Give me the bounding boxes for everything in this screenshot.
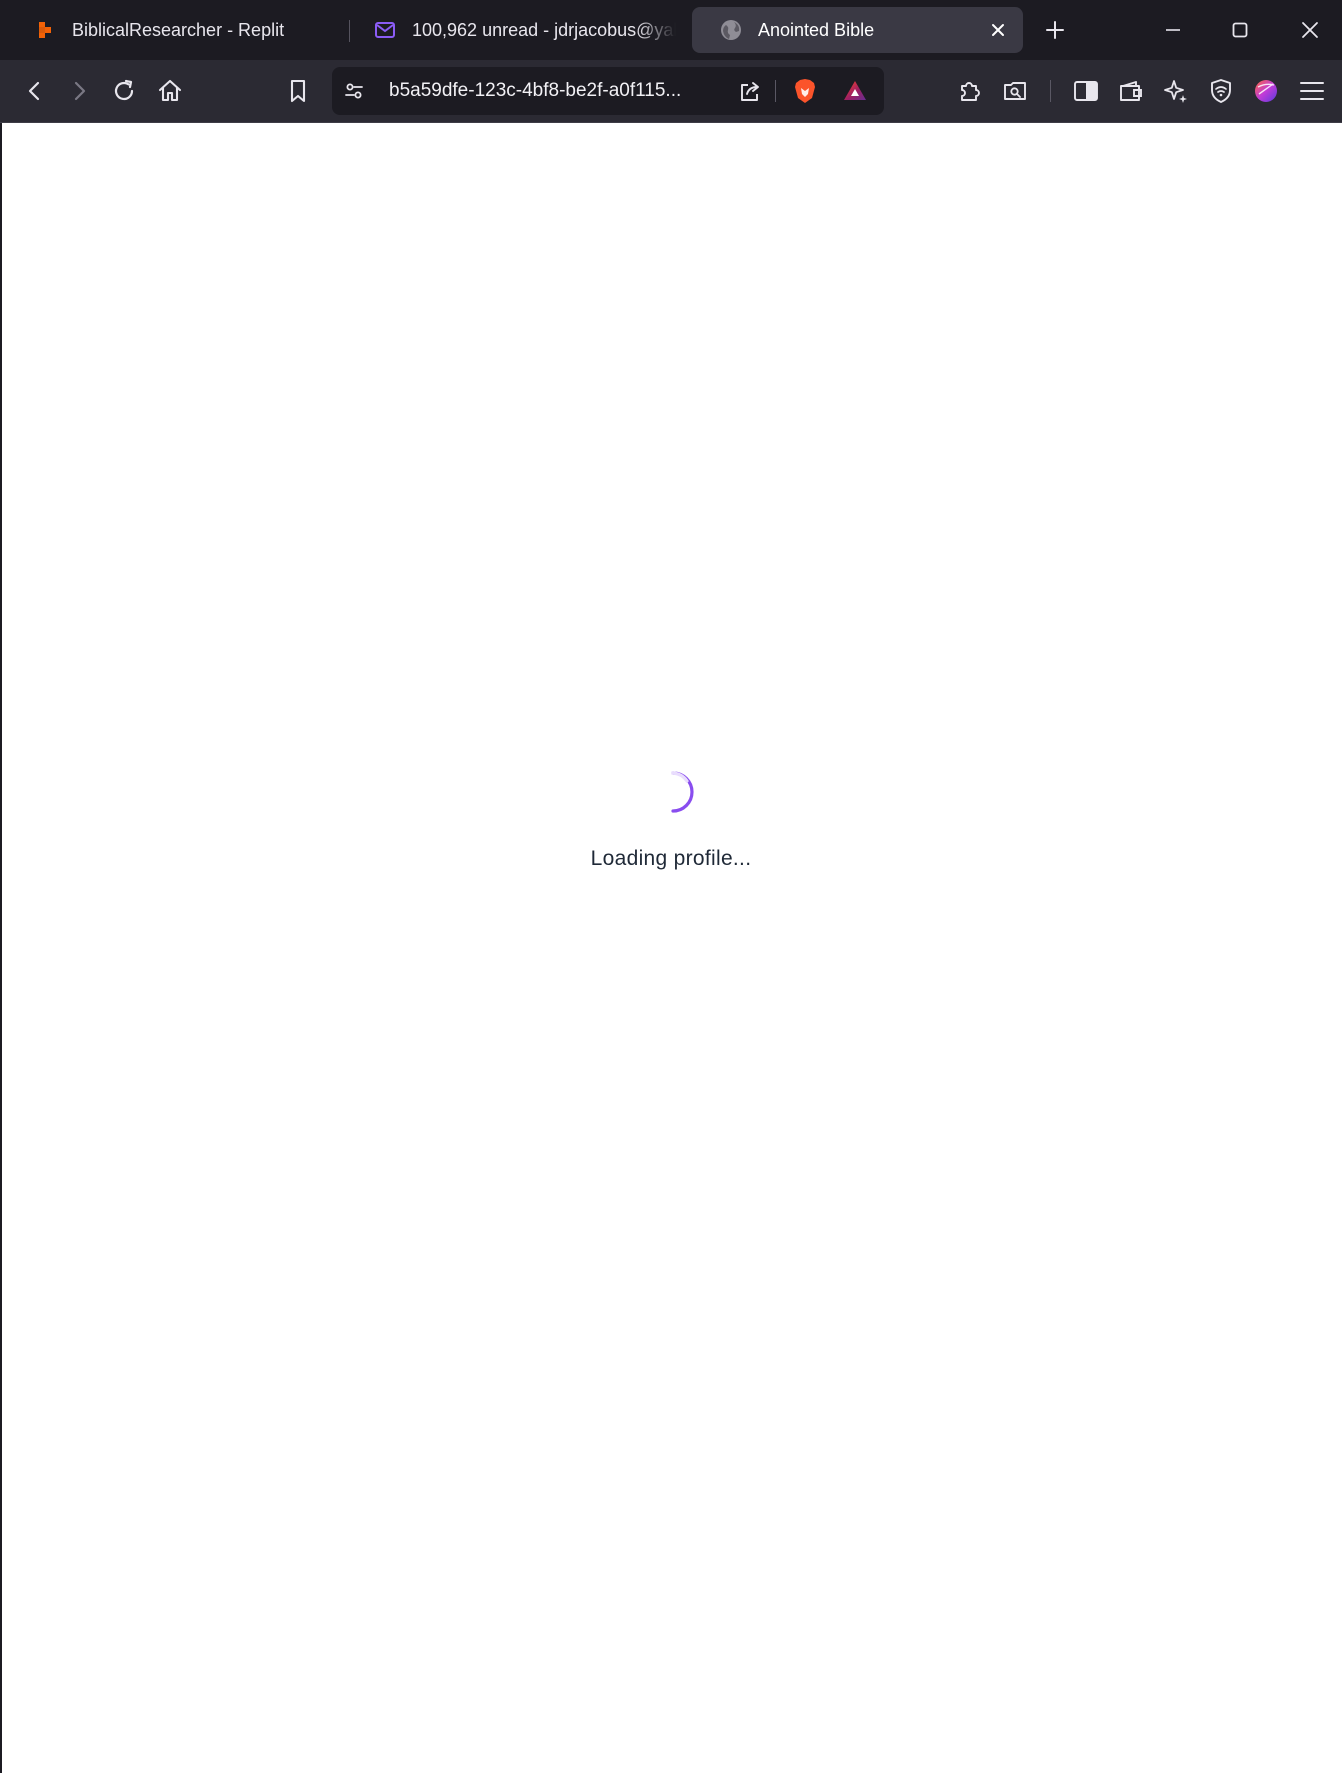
sparkle-icon (1164, 80, 1187, 103)
replit-icon (34, 19, 56, 41)
forward-button[interactable] (61, 73, 97, 109)
bookmark-icon (290, 79, 306, 103)
brave-lion-icon (795, 79, 815, 103)
shield-wifi-icon (1211, 79, 1231, 103)
tab-mail[interactable]: 100,962 unread - jdrjacobus@yahoo.com (346, 7, 676, 53)
browser-window: BiblicalResearcher - Replit 100,962 unre… (0, 0, 1342, 1773)
maximize-button[interactable] (1224, 14, 1256, 46)
page-content (2, 123, 1342, 1773)
profile-avatar-icon (1255, 80, 1277, 102)
reload-button[interactable] (106, 73, 142, 109)
globe-icon (720, 19, 742, 41)
vpn-button[interactable] (1203, 73, 1239, 109)
search-page-icon (1004, 82, 1026, 100)
leo-ai-button[interactable] (1158, 73, 1194, 109)
home-button[interactable] (152, 73, 188, 109)
plus-icon (1046, 21, 1064, 39)
site-settings-button[interactable] (336, 73, 372, 109)
brave-rewards-button[interactable] (837, 73, 873, 109)
toolbar-divider (1050, 80, 1051, 102)
new-tab-button[interactable] (1039, 14, 1071, 46)
loading-status-text: Loading profile... (590, 847, 752, 870)
loading-spinner-icon (651, 769, 697, 815)
menu-button[interactable] (1294, 73, 1330, 109)
brave-shields-button[interactable] (787, 73, 823, 109)
close-tab-icon[interactable] (987, 19, 1009, 41)
share-icon (741, 82, 759, 101)
extensions-button[interactable] (952, 73, 988, 109)
share-button[interactable] (732, 73, 768, 109)
tab-title: BiblicalResearcher - Replit (72, 19, 285, 40)
home-icon (158, 79, 182, 102)
forward-arrow-icon (74, 81, 86, 101)
back-arrow-icon (28, 81, 40, 101)
rewards-triangle-icon (844, 81, 866, 100)
address-bar[interactable]: b5a59dfe-123c-4bf8-be2f-a0f115... (332, 67, 884, 115)
page-search-button[interactable] (997, 73, 1033, 109)
tab-anointed-bible[interactable]: Anointed Bible (692, 7, 1023, 53)
close-window-button[interactable] (1294, 14, 1326, 46)
maximize-icon (1232, 22, 1248, 38)
tab-strip: BiblicalResearcher - Replit 100,962 unre… (0, 0, 1342, 60)
profile-button[interactable] (1248, 73, 1284, 109)
url-text[interactable]: b5a59dfe-123c-4bf8-be2f-a0f115... (389, 80, 719, 102)
tab-replit[interactable]: BiblicalResearcher - Replit (6, 7, 342, 53)
reload-icon (114, 79, 134, 101)
puzzle-piece-icon (961, 82, 980, 101)
mail-icon (374, 19, 396, 41)
tab-title: Anointed Bible (758, 19, 875, 40)
sidebar-button[interactable] (1068, 73, 1104, 109)
back-button[interactable] (17, 73, 53, 109)
hamburger-menu-icon (1300, 82, 1324, 100)
wallet-icon (1120, 81, 1142, 101)
close-icon (1302, 22, 1318, 38)
site-controls-icon (345, 83, 363, 99)
navigation-toolbar: b5a59dfe-123c-4bf8-be2f-a0f115... (0, 60, 1342, 123)
bookmark-button[interactable] (280, 73, 316, 109)
sidebar-icon (1074, 81, 1098, 101)
minimize-icon (1166, 29, 1180, 31)
tab-title: 100,962 unread - jdrjacobus@yahoo.com (412, 19, 676, 40)
wallet-button[interactable] (1113, 73, 1149, 109)
minimize-button[interactable] (1157, 14, 1189, 46)
addressbar-divider (775, 80, 776, 102)
